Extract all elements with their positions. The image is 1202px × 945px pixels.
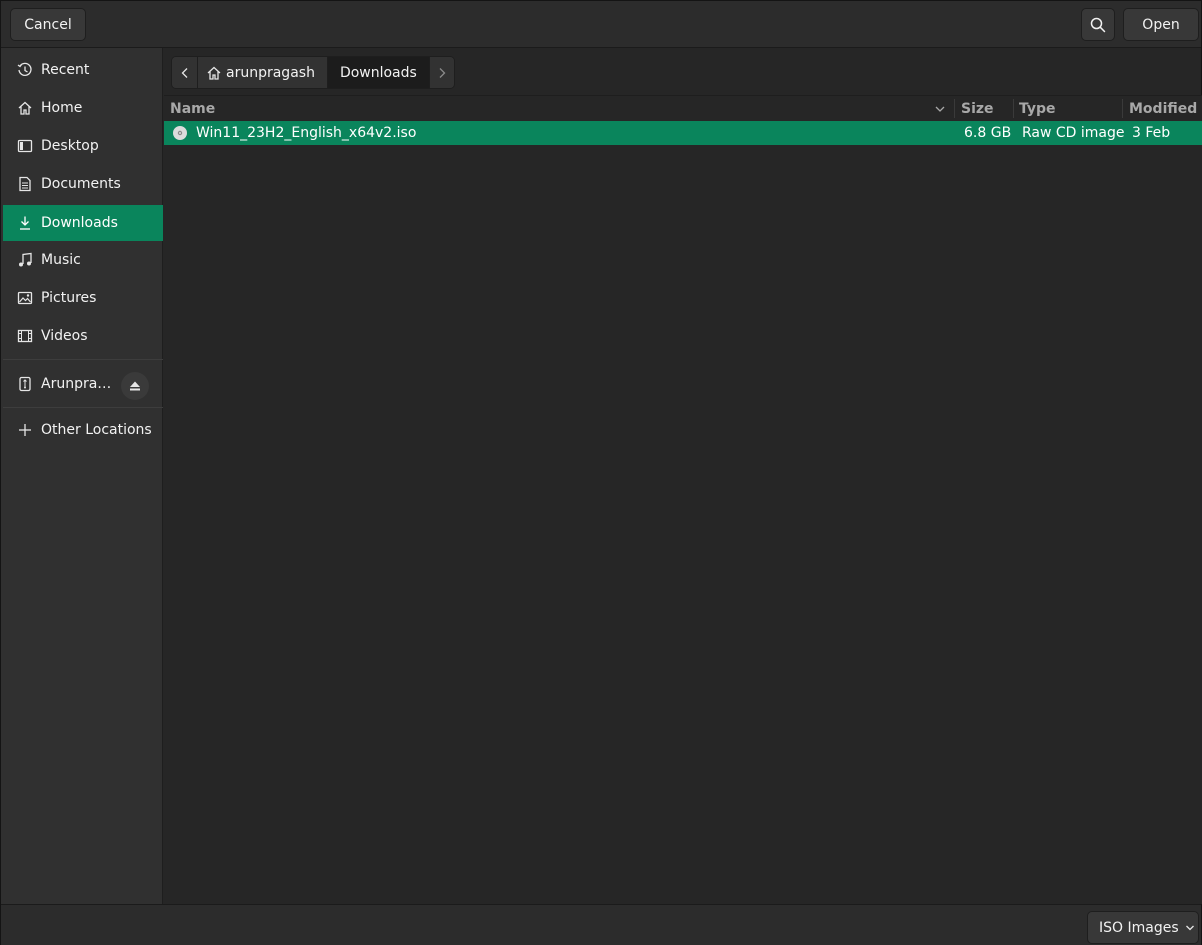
column-separator bbox=[954, 99, 955, 118]
path-bar: arunpragash Downloads bbox=[171, 56, 455, 89]
file-size: 6.8 GB bbox=[964, 125, 1012, 141]
footer-bar: ISO Images bbox=[1, 904, 1201, 945]
sidebar-item-label: Home bbox=[41, 100, 83, 116]
sidebar-item-label: Arunpra… bbox=[41, 376, 112, 392]
sidebar-item-label: Desktop bbox=[41, 138, 99, 154]
header-bar: Cancel Open bbox=[1, 1, 1201, 48]
sidebar-separator bbox=[3, 359, 163, 360]
column-label: Size bbox=[961, 100, 994, 117]
chevron-down-icon bbox=[1185, 923, 1195, 933]
desktop-icon bbox=[17, 138, 33, 154]
sidebar-item-label: Documents bbox=[41, 176, 121, 192]
document-icon bbox=[17, 176, 33, 192]
file-filter-dropdown[interactable]: ISO Images bbox=[1087, 911, 1199, 944]
sidebar-item-label: Recent bbox=[41, 62, 90, 78]
sidebar-item-drive[interactable]: Arunpra… bbox=[3, 365, 163, 403]
path-segment-label: arunpragash bbox=[226, 64, 315, 81]
column-label: Name bbox=[170, 100, 216, 117]
places-sidebar: Recent Home Desktop Documents Downloads bbox=[1, 48, 163, 904]
cancel-button[interactable]: Cancel bbox=[10, 8, 86, 41]
download-icon bbox=[17, 215, 33, 231]
disc-icon bbox=[172, 125, 188, 141]
chevron-left-icon bbox=[180, 67, 190, 79]
path-segment-home[interactable]: arunpragash bbox=[197, 57, 327, 88]
filter-label: ISO Images bbox=[1099, 919, 1179, 936]
sidebar-item-label: Pictures bbox=[41, 290, 97, 306]
sidebar-separator bbox=[3, 407, 163, 408]
sidebar-item-label: Music bbox=[41, 252, 81, 268]
sidebar-item-videos[interactable]: Videos bbox=[3, 318, 163, 354]
sidebar-item-downloads[interactable]: Downloads bbox=[3, 205, 163, 241]
path-segment-label: Downloads bbox=[339, 64, 417, 81]
sidebar-item-other-locations[interactable]: Other Locations bbox=[3, 412, 163, 448]
column-header-row: Name Size Type Modified bbox=[164, 96, 1202, 121]
eject-button[interactable] bbox=[121, 372, 149, 400]
home-icon bbox=[17, 100, 33, 116]
path-segment-downloads[interactable]: Downloads bbox=[326, 57, 429, 88]
file-type: Raw CD image bbox=[1022, 125, 1125, 141]
usb-drive-icon bbox=[17, 376, 33, 392]
sidebar-item-home[interactable]: Home bbox=[3, 90, 163, 126]
column-label: Modified bbox=[1129, 100, 1198, 117]
column-separator bbox=[1013, 99, 1014, 118]
column-header-size[interactable]: Size bbox=[961, 96, 994, 121]
search-button[interactable] bbox=[1081, 8, 1115, 41]
sidebar-item-recent[interactable]: Recent bbox=[3, 52, 163, 88]
file-name: Win11_23H2_English_x64v2.iso bbox=[196, 125, 417, 141]
clock-icon bbox=[17, 62, 33, 78]
column-header-type[interactable]: Type bbox=[1019, 96, 1056, 121]
path-forward-button[interactable] bbox=[428, 57, 454, 88]
sidebar-item-pictures[interactable]: Pictures bbox=[3, 280, 163, 316]
picture-icon bbox=[17, 290, 33, 306]
open-button[interactable]: Open bbox=[1123, 8, 1199, 41]
column-header-name[interactable]: Name bbox=[170, 96, 950, 121]
sidebar-item-documents[interactable]: Documents bbox=[3, 166, 163, 202]
column-label: Type bbox=[1019, 100, 1056, 117]
sidebar-item-label: Videos bbox=[41, 328, 88, 344]
sidebar-item-label: Downloads bbox=[41, 215, 118, 231]
music-icon bbox=[17, 252, 33, 268]
chevron-right-icon bbox=[437, 67, 447, 79]
path-back-button[interactable] bbox=[172, 57, 197, 88]
eject-icon bbox=[129, 380, 141, 392]
column-separator bbox=[1122, 99, 1123, 118]
column-header-modified[interactable]: Modified bbox=[1129, 96, 1197, 121]
file-chooser-dialog: Cancel Open Recent Home Desktop Document… bbox=[0, 0, 1202, 945]
sidebar-item-label: Other Locations bbox=[41, 422, 152, 438]
home-icon bbox=[206, 65, 222, 81]
file-row[interactable]: Win11_23H2_English_x64v2.iso 6.8 GB Raw … bbox=[164, 121, 1202, 145]
file-modified: 3 Feb bbox=[1132, 125, 1171, 141]
search-icon bbox=[1090, 17, 1106, 33]
file-icon-cell bbox=[172, 121, 188, 145]
video-icon bbox=[17, 328, 33, 344]
file-list: Name Size Type Modified Win11_23H2_Engli… bbox=[164, 95, 1202, 904]
plus-icon bbox=[17, 422, 33, 438]
sidebar-item-music[interactable]: Music bbox=[3, 242, 163, 278]
sidebar-item-desktop[interactable]: Desktop bbox=[3, 128, 163, 164]
sort-descending-icon bbox=[934, 103, 946, 115]
